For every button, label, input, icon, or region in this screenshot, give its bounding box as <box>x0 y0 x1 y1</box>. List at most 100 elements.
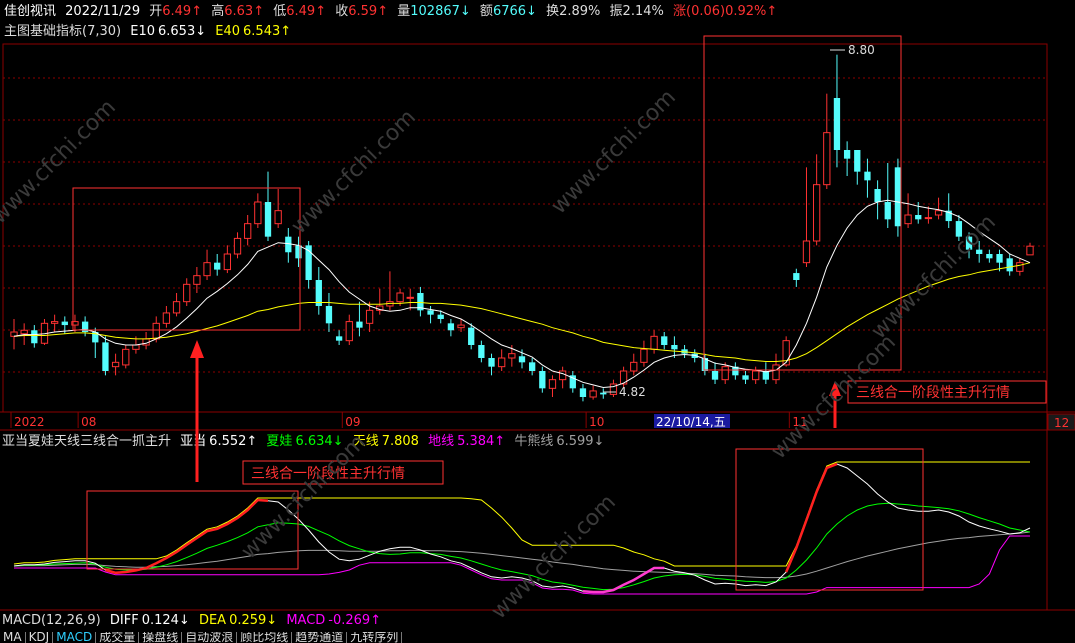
candle-body-up <box>640 348 648 363</box>
candle-body-down <box>325 306 333 324</box>
cursor-date: 22/10/14,五 <box>656 415 726 429</box>
tab-auto-wave[interactable]: 自动波浪 <box>182 632 238 643</box>
candle-body-down <box>742 375 749 380</box>
x-tick-label: 08 <box>81 415 96 429</box>
candle-body-up <box>50 321 59 324</box>
highlight-box-right <box>703 35 902 371</box>
candle-body-down <box>579 388 587 397</box>
tab-macd[interactable]: MACD <box>53 632 97 643</box>
candle-body-up <box>111 361 120 368</box>
candle-body-down <box>864 171 871 181</box>
watermarks: www.cfchi.com www.cfchi.com www.cfchi.co… <box>0 85 1001 624</box>
svg-text:www.cfchi.com: www.cfchi.com <box>237 430 371 564</box>
candle-body-up <box>924 217 933 220</box>
svg-text:www.cfchi.com: www.cfchi.com <box>867 210 1001 344</box>
candle-body-down <box>61 321 68 326</box>
candle-body-down <box>843 150 851 159</box>
candle-body-up <box>558 370 567 381</box>
candle-body-down <box>478 345 485 358</box>
candle-body-up <box>508 353 516 359</box>
candle-body-up <box>752 370 760 381</box>
candle-body-up <box>548 379 557 389</box>
candle-body-down <box>295 245 302 259</box>
candle-body-up <box>132 344 140 350</box>
candle-body-down <box>661 336 668 345</box>
candle-body-down <box>986 254 993 259</box>
candle-body-down <box>356 321 363 328</box>
tab-guppy[interactable]: 顾比均线 <box>237 632 293 643</box>
candle-body-up <box>772 364 780 381</box>
candle-body-up <box>203 262 211 277</box>
candle-body-down <box>600 392 607 395</box>
kline-chart[interactable]: 2022 08 09 10 11 22/10/14,五 12 8.80 4.82 三线合… <box>0 0 1075 643</box>
candle-body-down <box>833 98 841 150</box>
candle-body-up <box>365 309 374 324</box>
candle-body-down <box>711 371 719 380</box>
candle-body-down <box>468 327 475 345</box>
min-price-label: 4.82 <box>619 385 646 399</box>
candle-body-up <box>589 390 597 398</box>
candle-body-down <box>529 362 536 371</box>
candle-body-up <box>1026 245 1034 256</box>
candle-body-down <box>102 342 109 371</box>
candle-body-down <box>884 202 891 220</box>
candle-body-down <box>793 273 800 280</box>
indicator-tabs: MA KDJ MACD 成交量 操盘线 自动波浪 顾比均线 趋势通道 九转序列 <box>0 632 403 643</box>
right-badge: 12 <box>1054 416 1069 430</box>
candle-body-down <box>214 262 221 270</box>
yadang-rise-segment-2 <box>785 462 838 573</box>
max-price-label: 8.80 <box>848 43 875 57</box>
candle-body-up <box>233 237 242 255</box>
candle-body-down <box>671 345 678 350</box>
callout-right-text: 三线合一阶段性主升行情 <box>856 385 1010 401</box>
candle-body-up <box>172 301 181 314</box>
candle-body-up <box>183 283 191 303</box>
candle-body-up <box>1016 262 1024 272</box>
tab-ma[interactable]: MA <box>0 632 26 643</box>
candle-body-up <box>274 210 282 225</box>
tab-volume[interactable]: 成交量 <box>96 632 140 643</box>
svg-text:www.cfchi.com: www.cfchi.com <box>547 85 681 219</box>
candle-body-up <box>802 240 811 264</box>
candle-body-up <box>904 214 912 225</box>
x-tick-label: 2022 <box>14 415 45 429</box>
candle-body-down <box>854 150 861 172</box>
candle-body-down <box>488 358 495 367</box>
candle-body-down <box>335 336 343 341</box>
candle-body-up <box>162 312 171 324</box>
candle-body-down <box>996 254 1003 263</box>
candle-body-down <box>437 314 444 319</box>
tianxian-line <box>13 461 1030 567</box>
candle-body-down <box>539 371 546 389</box>
candle-body-down <box>518 356 526 363</box>
candle-body-up <box>630 361 638 372</box>
candle-body-up <box>396 292 404 303</box>
candle-body-down <box>1006 258 1013 272</box>
candle-body-up <box>193 275 201 285</box>
red-arrow-left <box>190 340 204 482</box>
candle-body-up <box>812 184 821 242</box>
candle-body-up <box>934 210 943 216</box>
candle-body-up <box>345 321 353 342</box>
mid-box-right <box>735 448 924 591</box>
tab-caopanxian[interactable]: 操盘线 <box>139 632 183 643</box>
tab-kdj[interactable]: KDJ <box>26 632 54 643</box>
candle-body-down <box>31 330 38 344</box>
candle-body-down <box>264 202 272 237</box>
candle-body-up <box>498 357 506 368</box>
tab-nine-turn[interactable]: 九转序列 <box>347 632 403 643</box>
candle-body-up <box>152 322 160 340</box>
candle-body-down <box>915 215 922 220</box>
x-tick-label: 10 <box>589 415 604 429</box>
candle-body-down <box>874 189 881 202</box>
candle-body-up <box>457 324 465 329</box>
candle-body-up <box>244 223 252 239</box>
candle-body-up <box>254 201 262 225</box>
candle-body-down <box>427 310 434 315</box>
candle-body-down <box>894 167 902 227</box>
x-tick-label: 09 <box>345 415 360 429</box>
tab-trend-channel[interactable]: 趋势通道 <box>292 632 348 643</box>
candle-body-up <box>20 329 28 335</box>
candle-body-up <box>122 348 130 366</box>
candle-body-up <box>223 253 232 271</box>
